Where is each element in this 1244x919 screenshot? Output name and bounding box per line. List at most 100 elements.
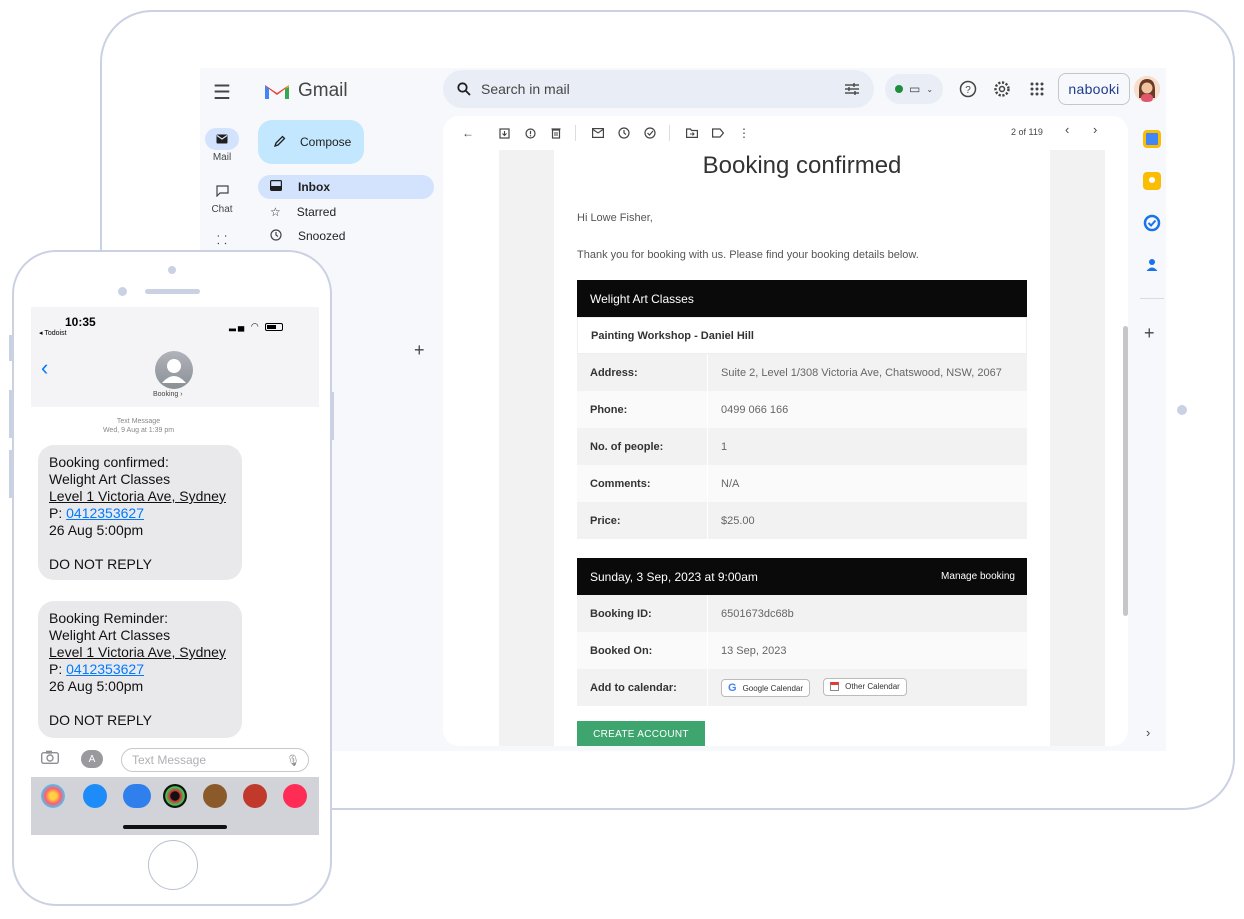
- search-bar[interactable]: Search in mail: [443, 70, 874, 108]
- email-heading: Booking confirmed: [702, 152, 902, 179]
- appstore-app-icon[interactable]: [83, 784, 107, 808]
- nav-inbox[interactable]: Inbox: [258, 175, 434, 199]
- message-date: Wed, 9 Aug at 1:39 pm: [102, 427, 175, 434]
- search-icon[interactable]: [457, 82, 471, 96]
- gmail-m-icon: [265, 85, 289, 99]
- search-images-icon[interactable]: [283, 784, 307, 808]
- phone-sensor: [118, 287, 127, 296]
- mark-unread-icon[interactable]: [585, 123, 611, 143]
- expand-side-panel-icon[interactable]: ›: [1146, 725, 1150, 740]
- add-calendar-row: Add to calendar: G Google Calendar Other…: [577, 669, 1027, 706]
- get-addons-icon[interactable]: +: [1144, 323, 1155, 344]
- contact-avatar[interactable]: [155, 351, 193, 389]
- rail-mail[interactable]: Mail: [200, 128, 244, 163]
- compose-label: Compose: [300, 135, 352, 149]
- keep-app-icon[interactable]: [1143, 172, 1161, 190]
- nav-starred-label: Starred: [296, 205, 337, 219]
- next-email-icon[interactable]: ›: [1093, 122, 1097, 137]
- microphone-icon[interactable]: 🎙: [286, 754, 300, 767]
- fitness-app-icon[interactable]: [163, 784, 187, 808]
- camera-icon[interactable]: [40, 750, 60, 768]
- messages-screen: 10:35 ◂ Todoist ▂▄ ◠ ‹ Booking › Text Me…: [31, 307, 319, 835]
- back-chevron-icon[interactable]: ‹: [41, 355, 48, 381]
- gmail-logo[interactable]: Gmail: [264, 78, 348, 104]
- photos-app-icon[interactable]: [41, 784, 65, 808]
- menu-icon[interactable]: ☰: [210, 80, 234, 104]
- message-input[interactable]: Text Message 🎙: [121, 748, 309, 772]
- settings-gear-icon[interactable]: [991, 78, 1013, 100]
- animoji-icon[interactable]: [243, 784, 267, 808]
- clock-icon: [270, 228, 282, 244]
- help-icon[interactable]: ?: [957, 78, 979, 100]
- brand-logo[interactable]: nabooki: [1058, 73, 1130, 105]
- google-calendar-button[interactable]: G Google Calendar: [721, 679, 811, 698]
- sms-phone-link[interactable]: 0412353627: [66, 661, 144, 677]
- google-calendar-label: Google Calendar: [742, 683, 804, 693]
- phone-speaker: [145, 289, 200, 294]
- memoji-icon[interactable]: [203, 784, 227, 808]
- calendar-buttons: G Google Calendar Other Calendar: [708, 677, 1027, 698]
- email-scrollbar[interactable]: [1123, 326, 1128, 616]
- booking-value: 6501673dc68b: [721, 607, 794, 620]
- rail-chat[interactable]: Chat: [200, 180, 244, 215]
- message-timestamp: Text Message Wed, 9 Aug at 1:39 pm: [31, 417, 246, 435]
- label-icon[interactable]: [705, 123, 731, 143]
- nav-snoozed[interactable]: Snoozed: [258, 224, 434, 248]
- google-g-icon: G: [728, 682, 737, 695]
- tasks-app-icon[interactable]: [1143, 214, 1161, 232]
- sms-bubble[interactable]: Booking Reminder: Welight Art Classes Le…: [38, 601, 242, 738]
- add-task-icon[interactable]: [637, 123, 663, 143]
- pencil-icon: [273, 135, 286, 150]
- google-apps-icon[interactable]: [1026, 78, 1048, 100]
- detail-label: Phone:: [590, 403, 628, 416]
- previous-email-icon[interactable]: ‹: [1065, 122, 1069, 137]
- svg-text:?: ?: [965, 85, 971, 96]
- phone-volume-down: [9, 450, 12, 498]
- other-calendar-button[interactable]: Other Calendar: [823, 677, 907, 696]
- search-options-icon[interactable]: [844, 82, 860, 96]
- manage-booking-link[interactable]: Manage booking: [941, 571, 1015, 582]
- app-store-icon[interactable]: A: [81, 750, 103, 768]
- more-options-icon[interactable]: ⋮: [731, 123, 757, 143]
- signal-icon: ▂▄: [229, 321, 247, 331]
- back-to-app[interactable]: ◂ Todoist: [39, 329, 67, 337]
- status-selector[interactable]: ▭ ⌄: [885, 74, 943, 104]
- chat-icon: [205, 180, 239, 202]
- snooze-icon[interactable]: [611, 123, 637, 143]
- sms-line: Welight Art Classes: [49, 471, 171, 487]
- contacts-app-icon[interactable]: [1143, 256, 1161, 274]
- nav-starred[interactable]: ☆ Starred: [258, 200, 434, 224]
- phone-power-button: [331, 392, 334, 440]
- calendar-app-icon[interactable]: [1143, 130, 1161, 148]
- rail-spaces[interactable]: ⸬: [200, 228, 244, 252]
- archive-icon[interactable]: [491, 123, 517, 143]
- sms-line: Welight Art Classes: [49, 627, 171, 643]
- add-label-icon[interactable]: +: [414, 340, 425, 361]
- booking-date-header: Sunday, 3 Sep, 2023 at 9:00am Manage boo…: [577, 558, 1027, 595]
- sms-line: 26 Aug 5:00pm: [49, 522, 144, 538]
- sms-address-link[interactable]: Level 1 Victoria Ave, Sydney: [49, 488, 231, 505]
- search-input[interactable]: Search in mail: [481, 81, 834, 97]
- back-arrow-icon[interactable]: ←: [455, 123, 481, 143]
- account-avatar[interactable]: [1134, 76, 1160, 102]
- audio-message-icon[interactable]: [123, 784, 151, 808]
- create-account-button[interactable]: CREATE ACCOUNT: [577, 721, 705, 746]
- side-panel-divider: [1140, 298, 1164, 299]
- contact-name[interactable]: Booking ›: [153, 391, 183, 398]
- detail-value: $25.00: [721, 514, 755, 527]
- compose-button[interactable]: Compose: [258, 120, 364, 164]
- detail-label: Comments:: [590, 477, 651, 490]
- sms-line: 26 Aug 5:00pm: [49, 678, 144, 694]
- delete-icon[interactable]: [543, 123, 569, 143]
- sms-line: DO NOT REPLY: [49, 712, 152, 728]
- sms-address-link[interactable]: Level 1 Victoria Ave, Sydney: [49, 644, 231, 661]
- move-to-icon[interactable]: [679, 123, 705, 143]
- event-name: Painting Workshop - Daniel Hill: [577, 317, 1027, 354]
- detail-label: Price:: [590, 514, 621, 527]
- phone-home-button[interactable]: [148, 840, 198, 890]
- sms-bubble[interactable]: Booking confirmed: Welight Art Classes L…: [38, 445, 242, 580]
- report-spam-icon[interactable]: [517, 123, 543, 143]
- sms-phone-link[interactable]: 0412353627: [66, 505, 144, 521]
- message-input-placeholder: Text Message: [132, 753, 207, 767]
- status-time: 10:35: [65, 315, 96, 329]
